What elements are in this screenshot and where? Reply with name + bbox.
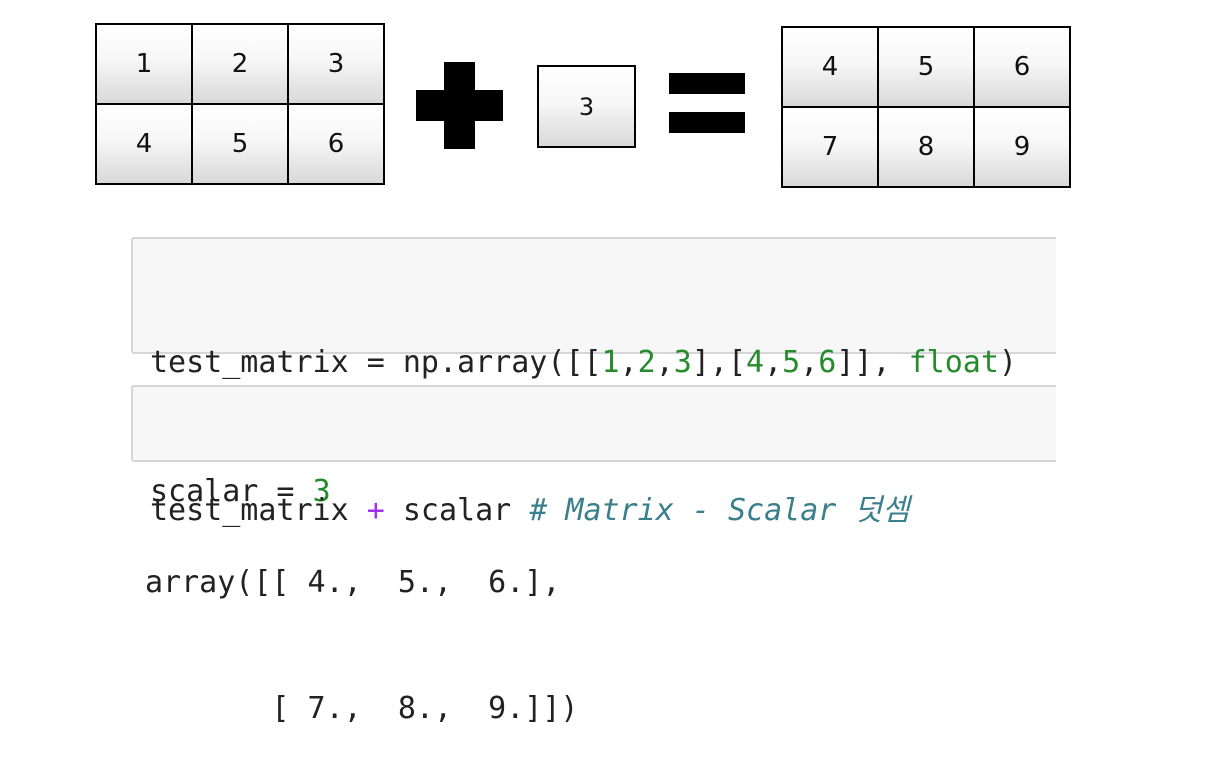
matrix-result-cell: 9 (975, 108, 1071, 188)
matrix-result-cell: 5 (879, 28, 975, 108)
cell-output: array([[ 4., 5., 6.], [ 7., 8., 9.]]) (145, 478, 578, 772)
scalar-box: 3 (537, 65, 636, 148)
code-token: 6 (818, 345, 837, 380)
code-token: 2 (637, 345, 656, 380)
matrix-result-cell: 6 (975, 28, 1071, 108)
code-token: 4 (746, 345, 765, 380)
code-cell-definition[interactable]: test_matrix = np.array([[1,2,3],[4,5,6]]… (131, 237, 1056, 509)
matrix-result-cell: 7 (783, 108, 879, 188)
code-token: ]], (836, 345, 909, 380)
code-token: ],[ (691, 345, 747, 380)
code-cell-addition[interactable]: test_matrix + scalar # Matrix - Scalar 덧… (131, 385, 1056, 528)
code-token: float (908, 345, 999, 380)
code-token: 5 (782, 345, 801, 380)
scalar-value: 3 (539, 67, 636, 148)
matrix-left-cell: 4 (97, 105, 193, 185)
code-token: , (764, 345, 783, 380)
equals-icon-top-bar (669, 73, 745, 94)
plus-icon-vertical-bar (444, 62, 475, 149)
code-token: ) (998, 345, 1017, 380)
matrix-left-cell: 2 (193, 25, 289, 105)
code-token: , (619, 345, 638, 380)
code-line: test_matrix = np.array([[1,2,3],[4,5,6]]… (150, 341, 1056, 384)
code-token: , (655, 345, 674, 380)
matrix-left-cell: 6 (289, 105, 385, 185)
code-comment: # Matrix - Scalar 덧셈 (529, 493, 910, 528)
output-line: array([[ 4., 5., 6.], (145, 565, 561, 600)
matrix-result-cell: 4 (783, 28, 879, 108)
matrix-left: 1 2 3 4 5 6 (95, 23, 385, 185)
matrix-result: 4 5 6 7 8 9 (781, 26, 1071, 188)
output-line: [ 7., 8., 9.]]) (145, 691, 579, 726)
code-token: test_matrix = np.array([[ (150, 345, 602, 380)
matrix-left-cell: 5 (193, 105, 289, 185)
equals-icon (669, 73, 745, 133)
matrix-left-cell: 1 (97, 25, 193, 105)
code-token: 1 (601, 345, 620, 380)
equals-icon-bottom-bar (669, 112, 745, 133)
matrix-result-cell: 8 (879, 108, 975, 188)
matrix-left-cell: 3 (289, 25, 385, 105)
plus-icon (416, 62, 503, 149)
code-token: 3 (673, 345, 692, 380)
code-token: , (800, 345, 819, 380)
